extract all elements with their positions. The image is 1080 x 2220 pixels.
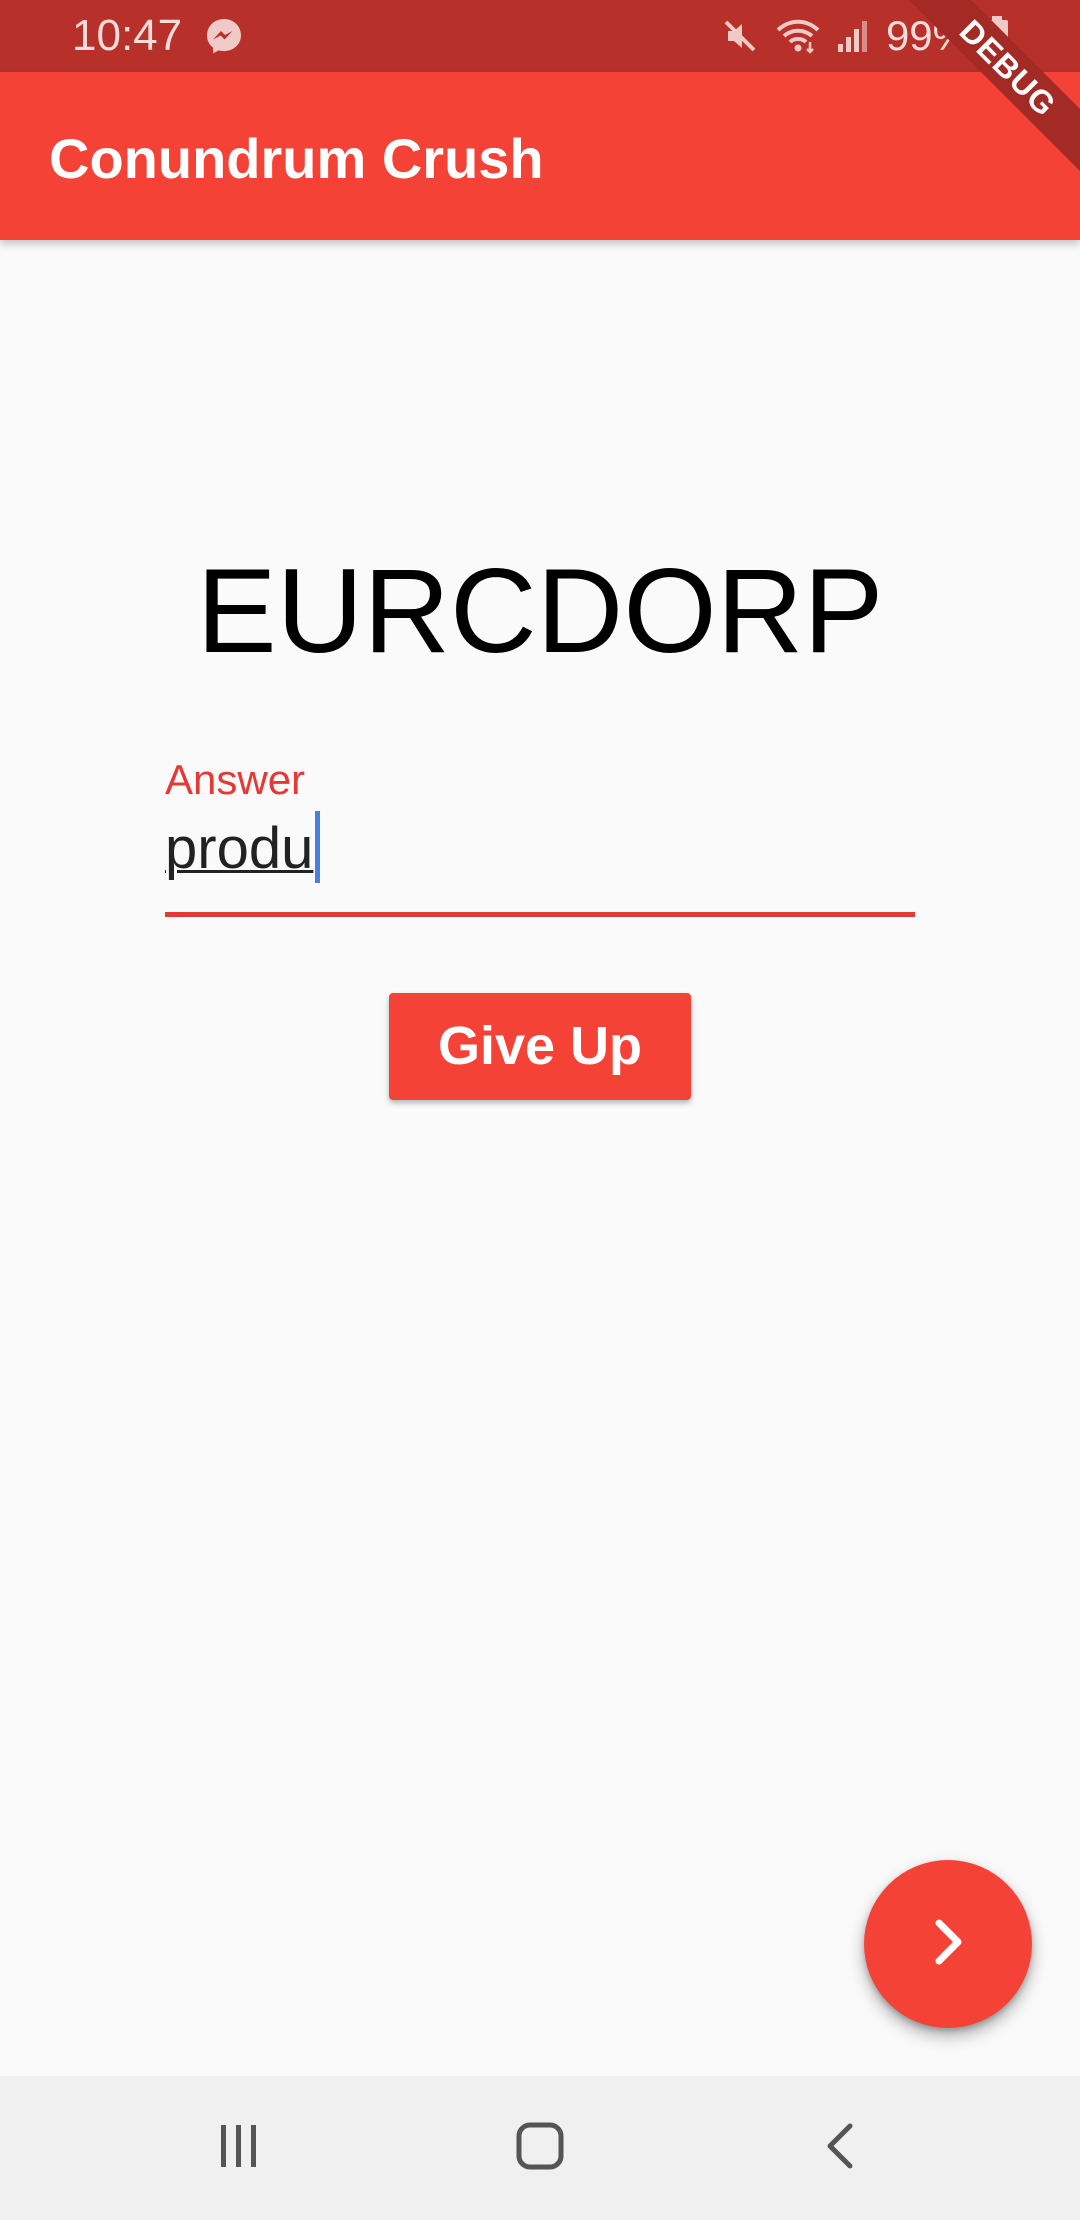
messenger-icon bbox=[204, 16, 244, 56]
scrambled-word: EURCDORP bbox=[196, 544, 884, 678]
home-icon bbox=[514, 2120, 566, 2177]
back-button[interactable] bbox=[806, 2112, 878, 2184]
recent-apps-icon bbox=[212, 2120, 264, 2177]
battery-icon bbox=[984, 14, 1010, 58]
back-icon bbox=[816, 2120, 868, 2177]
status-icons: 99% bbox=[720, 8, 1010, 64]
give-up-button[interactable]: Give Up bbox=[389, 993, 691, 1100]
next-button[interactable] bbox=[864, 1860, 1032, 2028]
signal-icon bbox=[836, 16, 872, 56]
mute-icon bbox=[720, 16, 760, 56]
app-bar: Conundrum Crush bbox=[0, 72, 1080, 240]
answer-input[interactable]: produ bbox=[165, 809, 313, 889]
text-caret bbox=[315, 811, 320, 883]
status-bar: 10:47 99% bbox=[0, 0, 1080, 72]
home-button[interactable] bbox=[504, 2112, 576, 2184]
app-title: Conundrum Crush bbox=[49, 127, 544, 190]
screen: 10:47 99% DEBUG Conundrum Crush EURCDORP… bbox=[0, 0, 1080, 2220]
answer-underline bbox=[165, 912, 915, 917]
recent-apps-button[interactable] bbox=[202, 2112, 274, 2184]
answer-label: Answer bbox=[165, 756, 306, 803]
navigation-bar bbox=[0, 2076, 1080, 2220]
chevron-right-icon bbox=[920, 1914, 976, 1975]
battery-percent: 99% bbox=[885, 12, 970, 59]
wifi-icon bbox=[774, 16, 822, 56]
answer-field[interactable]: Answer produ bbox=[165, 755, 915, 917]
status-time: 10:47 bbox=[72, 11, 183, 60]
